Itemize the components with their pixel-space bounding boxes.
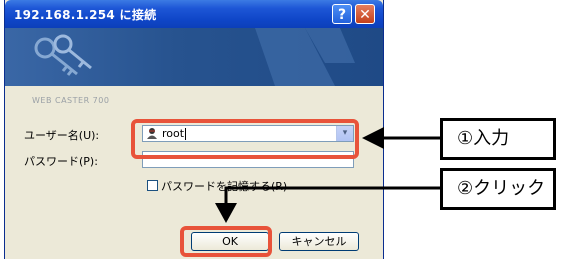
callout-step2: ②クリック [440, 168, 556, 210]
callout-step1: ①入力 [440, 118, 556, 160]
